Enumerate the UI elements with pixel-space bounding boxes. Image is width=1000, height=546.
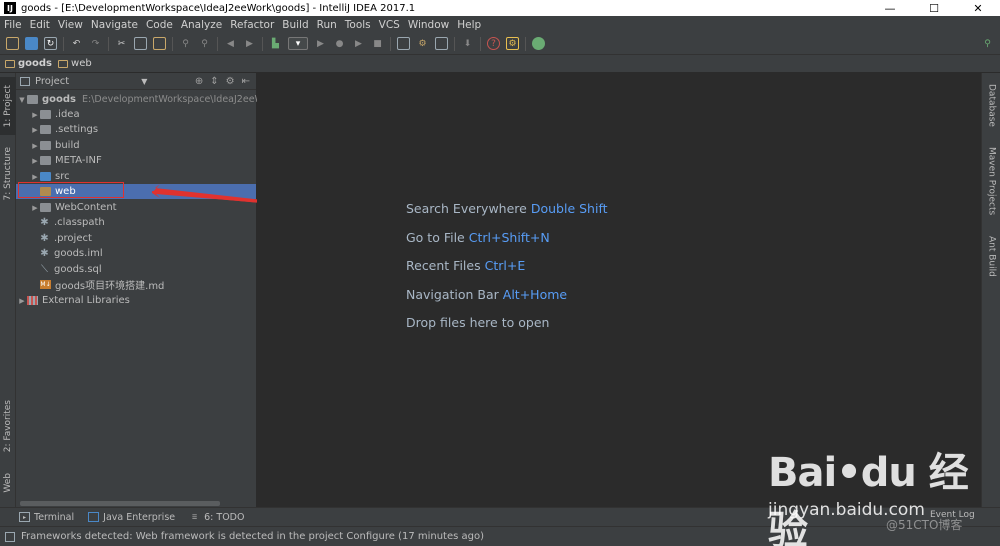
hint-drop-files: Drop files here to open	[406, 315, 549, 330]
hint-text: Recent Files	[406, 258, 481, 273]
hint-shortcut: Double Shift	[530, 201, 608, 216]
tab-terminal-label: Terminal	[34, 511, 75, 523]
tab-database-label: Database	[986, 83, 997, 127]
status-message[interactable]: Frameworks detected: Web framework is de…	[21, 531, 484, 542]
tab-database[interactable]: Database	[982, 79, 1000, 131]
tab-todo[interactable]: ☰ 6: TODO	[189, 511, 245, 523]
hint-navigation-bar: Navigation Bar Alt+Home	[406, 287, 567, 302]
hint-go-to-file: Go to File Ctrl+Shift+N	[406, 230, 550, 245]
tab-ant-label: Ant Build	[986, 235, 997, 277]
watermark-blog: @51CTO博客	[886, 518, 963, 532]
hint-recent-files: Recent Files Ctrl+E	[406, 258, 525, 273]
tab-terminal[interactable]: ▸ Terminal	[19, 512, 74, 523]
tab-java-enterprise[interactable]: Java Enterprise	[88, 512, 175, 523]
hint-search-everywhere: Search Everywhere Double Shift	[406, 201, 608, 216]
tab-maven-projects[interactable]: Maven Projects	[982, 143, 1000, 219]
java-enterprise-icon	[88, 512, 100, 522]
hint-shortcut: Ctrl+E	[484, 258, 526, 273]
hint-text: Drop files here to open	[406, 315, 550, 330]
hint-text: Go to File	[406, 230, 465, 245]
tab-java-enterprise-label: Java Enterprise	[103, 511, 176, 523]
hint-text: Navigation Bar	[406, 287, 499, 302]
todo-icon: ☰	[191, 513, 198, 521]
tab-todo-label: 6: TODO	[204, 511, 245, 523]
tab-ant-build[interactable]: Ant Build	[982, 231, 1000, 281]
terminal-icon: ▸	[19, 512, 30, 522]
hint-shortcut: Ctrl+Shift+N	[468, 230, 550, 245]
tab-maven-label: Maven Projects	[986, 146, 997, 216]
hint-text: Search Everywhere	[406, 201, 527, 216]
tool-windows-toggle-icon[interactable]	[5, 531, 15, 542]
hint-shortcut: Alt+Home	[502, 287, 568, 302]
baidu-watermark: Bai•du 经验 jingyan.baidu.com @51CTO博客	[768, 440, 988, 546]
